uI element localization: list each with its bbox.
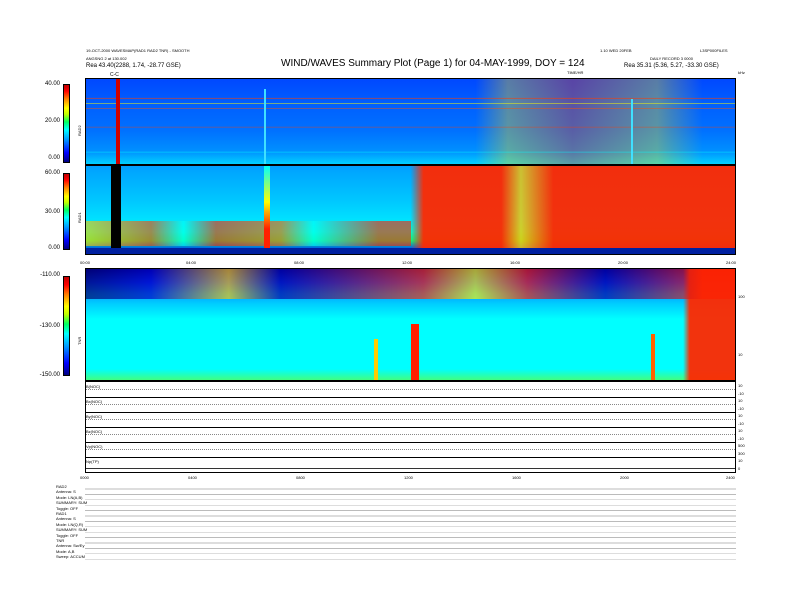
- mag-panel: [85, 381, 736, 473]
- rad2-burst-marker: [116, 79, 120, 164]
- mag-scale: 10: [738, 458, 743, 463]
- mag-row-label: Bz(NOC): [86, 429, 103, 434]
- rad1-tick-mid: 30.00: [44, 209, 60, 215]
- rad2-tick-top: 40.00: [44, 81, 60, 87]
- rad2-burst-1: [264, 89, 266, 164]
- mag-scale: 500: [738, 443, 745, 448]
- header-meta-3: Rea 43.40(2288, 1.74, -28.77 GSE): [86, 63, 181, 69]
- mag-scale: -10: [738, 421, 744, 426]
- time-tick: 00:00: [80, 260, 91, 265]
- info-line: SUMMARY: SUM: [56, 500, 88, 506]
- mag-divider: [86, 397, 735, 398]
- time-tick: 04:00: [186, 260, 197, 265]
- tnr-tick-mid: -130.00: [39, 323, 60, 329]
- time-tick: 20:00: [618, 260, 629, 265]
- mag-trace-bz: [86, 434, 735, 435]
- header-meta-right-1: 1.10 WED 20FEB: [600, 48, 632, 53]
- mag-divider: [86, 412, 735, 413]
- mag-scale: -10: [738, 436, 744, 441]
- mag-row-label: B(NOC): [86, 384, 101, 389]
- mag-divider: [86, 442, 735, 443]
- time-tick: 0400: [188, 475, 197, 480]
- mag-row-label: Vp(NOC): [86, 444, 103, 449]
- header-meta-right-3: Rea 35.31 (5.36, 5.27, -33.30 GSE): [624, 63, 719, 69]
- time-tick: 2000: [620, 475, 629, 480]
- tnr-burst-1: [411, 324, 419, 380]
- time-tick: 0000: [80, 475, 89, 480]
- mag-trace-b: [86, 389, 735, 390]
- tnr-colorbar: [63, 276, 70, 376]
- tnr-right-tick-10: 10: [738, 352, 743, 357]
- mag-trace-vp: [86, 449, 735, 450]
- time-tick: 12:00: [402, 260, 413, 265]
- rad1-tick-top: 60.00: [44, 170, 60, 176]
- header-meta-2: ANGSNG 2 at 130.002: [86, 56, 127, 61]
- rad2-spectrogram: [85, 78, 736, 165]
- rad2-axis-name: RAD2: [77, 125, 82, 136]
- tnr-tick-top: -110.00: [40, 272, 60, 278]
- page-title: WIND/WAVES Summary Plot (Page 1) for 04-…: [281, 58, 585, 69]
- info-line: SUMMARY: SUM: [56, 527, 88, 533]
- mag-scale: -10: [738, 391, 744, 396]
- mag-row-label: Np(TP): [86, 459, 99, 464]
- tnr-axis-name: TNR: [77, 336, 82, 345]
- tnr-burst-3: [651, 334, 655, 380]
- mag-trace-bx: [86, 404, 735, 405]
- tnr-top-band: [86, 269, 735, 299]
- tnr-right-tick-100: 100: [738, 294, 745, 299]
- time-tick: 24:00: [726, 260, 737, 265]
- rad2-tick-bottom: 0.00: [48, 155, 60, 161]
- mag-scale: -10: [738, 406, 744, 411]
- info-block: RAD2 Antenna: S Mode: LN(A,B) SUMMARY: S…: [56, 484, 88, 560]
- time-tick: 2400: [726, 475, 735, 480]
- time-tick: 1200: [404, 475, 413, 480]
- tnr-tick-bottom: -150.00: [39, 372, 60, 378]
- tnr-burst-2: [374, 339, 378, 380]
- mag-row-label: Bx(NOC): [86, 399, 103, 404]
- mag-scale: 10: [738, 428, 743, 433]
- mag-divider: [86, 457, 735, 458]
- time-tick: 08:00: [294, 260, 305, 265]
- rad1-axis-name: RAD1: [77, 212, 82, 223]
- mag-scale: 10: [738, 413, 743, 418]
- rad2-tick-mid: 20.00: [44, 118, 60, 124]
- rad1-low-band: [86, 221, 411, 246]
- mag-scale: 10: [738, 383, 743, 388]
- time-axis-bottom: 0000 0400 0800 1200 1600 2000 2400: [80, 475, 740, 481]
- mag-scale: 10: [738, 398, 743, 403]
- rad2-colorbar: [63, 84, 70, 163]
- rad1-floor: [86, 248, 735, 254]
- rad1-dropout: [111, 166, 121, 254]
- rad1-burst-1: [264, 166, 270, 254]
- mag-scale: 0: [738, 466, 741, 471]
- time-tick: 0800: [296, 475, 305, 480]
- rad2-burst-2: [631, 99, 633, 164]
- mag-row-label: By(NOC): [86, 414, 103, 419]
- info-line: Sweep: ACCUM: [56, 554, 85, 560]
- header-meta-1: 19-OCT-2000 WAVESMAP(RAD1 RAD2 TNR) - SM…: [86, 48, 190, 53]
- mag-trace-np: [86, 468, 735, 469]
- header-meta-right-2: DAILY RECORD 3 0000: [650, 56, 693, 61]
- mag-trace-by: [86, 419, 735, 420]
- rad1-colorbar: [63, 173, 70, 250]
- tnr-spectrogram: [85, 268, 736, 381]
- info-block-dotted-area: [85, 484, 736, 560]
- rad1-tick-bottom: 0.00: [48, 245, 60, 251]
- time-axis-top: 00:00 04:00 08:00 12:00 16:00 20:00 24:0…: [80, 260, 740, 266]
- mag-scale: 300: [738, 451, 745, 456]
- time-unit-label: TIME/HR: [567, 70, 584, 75]
- mag-divider: [86, 427, 735, 428]
- rad1-spectrogram: [85, 165, 736, 255]
- time-tick: 1600: [512, 475, 521, 480]
- freq-unit-label: kHz: [738, 70, 745, 75]
- time-tick: 16:00: [510, 260, 521, 265]
- header-meta-right-code: L3SP000FILES: [700, 48, 728, 53]
